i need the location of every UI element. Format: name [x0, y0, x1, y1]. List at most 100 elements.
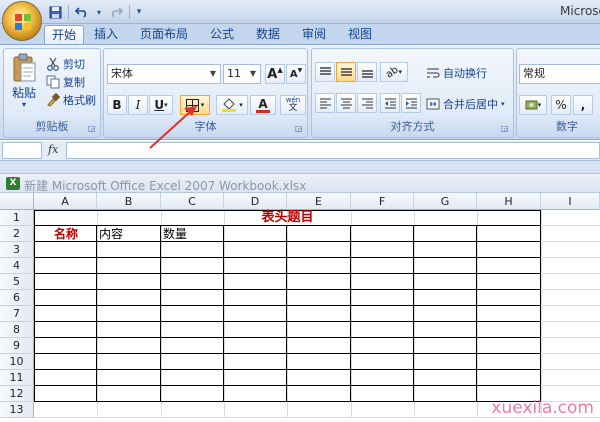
font-size-select[interactable]: 11 ▼ — [223, 64, 261, 84]
number-format-value: 常规 — [523, 67, 545, 80]
row-header-4[interactable]: 4 — [0, 258, 34, 274]
cell-b2[interactable]: 内容 — [99, 226, 123, 242]
chevron-down-icon: ▾ — [200, 101, 205, 109]
copy-button[interactable]: 复制 — [46, 74, 85, 90]
comma-style-button[interactable]: , — [573, 95, 593, 115]
orientation-icon: ab — [383, 63, 401, 81]
row-header-11[interactable]: 11 — [0, 370, 34, 386]
row-header-1[interactable]: 1 — [0, 210, 34, 226]
row-header-12[interactable]: 12 — [0, 386, 34, 402]
undo-dropdown-icon[interactable]: ▾ — [95, 4, 103, 21]
paste-icon — [13, 53, 36, 82]
font-launcher-icon[interactable]: ◲ — [295, 124, 304, 133]
italic-button[interactable]: I — [128, 95, 148, 115]
row-header-3[interactable]: 3 — [0, 242, 34, 258]
redo-icon[interactable] — [107, 4, 125, 21]
insert-function-icon[interactable]: fx — [48, 143, 58, 156]
chevron-down-icon: ▼ — [249, 69, 257, 78]
tab-formulas[interactable]: 公式 — [204, 25, 240, 44]
increase-indent-button[interactable] — [401, 93, 421, 113]
accounting-format-button[interactable]: ▾ — [519, 95, 547, 115]
column-header-i[interactable]: I — [541, 193, 600, 210]
column-header-e[interactable]: E — [287, 193, 351, 210]
align-top-button[interactable] — [315, 62, 335, 82]
align-center-button[interactable] — [336, 93, 356, 113]
row-header-8[interactable]: 8 — [0, 322, 34, 338]
column-header-b[interactable]: B — [97, 193, 161, 210]
table-border — [34, 321, 541, 322]
title-bar: ▾ ▾ Microso — [0, 0, 600, 24]
number-group: 常规 ▾ % , 数字 — [516, 48, 600, 138]
borders-button[interactable]: ▾ — [180, 95, 210, 115]
tab-review[interactable]: 审阅 — [296, 25, 332, 44]
align-middle-icon — [340, 68, 352, 76]
cell-a2[interactable]: 名称 — [54, 226, 78, 242]
select-all-button[interactable] — [0, 193, 34, 210]
column-header-a[interactable]: A — [34, 193, 97, 210]
bold-button[interactable]: B — [107, 95, 127, 115]
align-bottom-button[interactable] — [357, 62, 377, 82]
column-header-g[interactable]: G — [414, 193, 477, 210]
chevron-down-icon: ▾ — [239, 101, 243, 109]
format-painter-label: 格式刷 — [63, 94, 96, 107]
merge-center-label: 合并后居中 — [443, 98, 498, 111]
alignment-group-label: 对齐方式 — [390, 120, 435, 133]
tab-insert[interactable]: 插入 — [88, 25, 124, 44]
column-header-f[interactable]: F — [351, 193, 414, 210]
row-header-9[interactable]: 9 — [0, 338, 34, 354]
merged-title-cell[interactable]: 表头题目 — [34, 210, 541, 226]
column-header-h[interactable]: H — [477, 193, 541, 210]
row-header-2[interactable]: 2 — [0, 226, 34, 242]
clipboard-group-label: 剪贴板 — [35, 120, 69, 133]
align-right-button[interactable] — [357, 93, 377, 113]
decrease-indent-button[interactable] — [380, 93, 400, 113]
tab-home[interactable]: 开始 — [44, 25, 84, 44]
row-header-6[interactable]: 6 — [0, 290, 34, 306]
column-header-c[interactable]: C — [161, 193, 224, 210]
alignment-launcher-icon[interactable]: ◲ — [501, 124, 510, 133]
fill-color-button[interactable]: ▾ — [216, 95, 248, 115]
clipboard-launcher-icon[interactable]: ◲ — [88, 124, 97, 133]
increase-indent-icon — [405, 98, 417, 109]
merge-center-button[interactable]: 合并后居中 ▾ — [426, 96, 505, 112]
undo-icon[interactable] — [73, 4, 91, 21]
cell-c2[interactable]: 数量 — [163, 226, 187, 242]
font-color-button[interactable]: A — [250, 95, 276, 115]
row-header-7[interactable]: 7 — [0, 306, 34, 322]
name-box[interactable] — [2, 142, 42, 159]
table-border — [34, 289, 541, 290]
wrap-text-button[interactable]: 自动换行 — [426, 65, 487, 81]
font-name-select[interactable]: 宋体 ▼ — [107, 64, 221, 84]
formula-input[interactable] — [66, 142, 600, 159]
orientation-button[interactable]: ab ▾ — [380, 62, 408, 82]
workspace-gap — [0, 161, 600, 173]
customize-toolbar-icon[interactable]: ▾ — [134, 4, 144, 21]
percent-style-button[interactable]: % — [551, 95, 571, 115]
tab-page-layout[interactable]: 页面布局 — [134, 25, 194, 44]
number-format-select[interactable]: 常规 — [519, 64, 600, 84]
worksheet-grid[interactable]: A B C D E F G H I 1 2 3 4 5 6 7 8 9 10 11 12 13 表头题目 名称 内容 数量 — [0, 193, 600, 422]
row-header-10[interactable]: 10 — [0, 354, 34, 370]
align-left-button[interactable] — [315, 93, 335, 113]
underline-button[interactable]: U ▾ — [149, 95, 173, 115]
phonetic-button[interactable]: wén 文 — [280, 95, 306, 115]
shrink-font-button[interactable]: A ▼ — [286, 64, 306, 84]
paste-button[interactable]: 粘贴 ▾ — [7, 53, 41, 109]
grow-font-button[interactable]: A ▲ — [265, 64, 285, 84]
ribbon-tabs: 开始 插入 页面布局 公式 数据 审阅 视图 — [0, 24, 600, 44]
row-header-13[interactable]: 13 — [0, 402, 34, 418]
tab-data[interactable]: 数据 — [250, 25, 286, 44]
font-color-icon: A — [258, 96, 268, 111]
office-button[interactable] — [2, 1, 42, 41]
borders-icon — [185, 98, 199, 112]
table-border — [34, 353, 541, 354]
cut-button[interactable]: 剪切 — [46, 56, 85, 72]
row-header-5[interactable]: 5 — [0, 274, 34, 290]
save-icon[interactable] — [46, 4, 64, 21]
tab-view[interactable]: 视图 — [342, 25, 378, 44]
align-middle-button[interactable] — [336, 62, 356, 82]
column-header-d[interactable]: D — [224, 193, 287, 210]
quick-access-toolbar: ▾ ▾ — [46, 3, 144, 21]
table-border — [413, 226, 414, 402]
format-painter-button[interactable]: 格式刷 — [46, 92, 96, 108]
